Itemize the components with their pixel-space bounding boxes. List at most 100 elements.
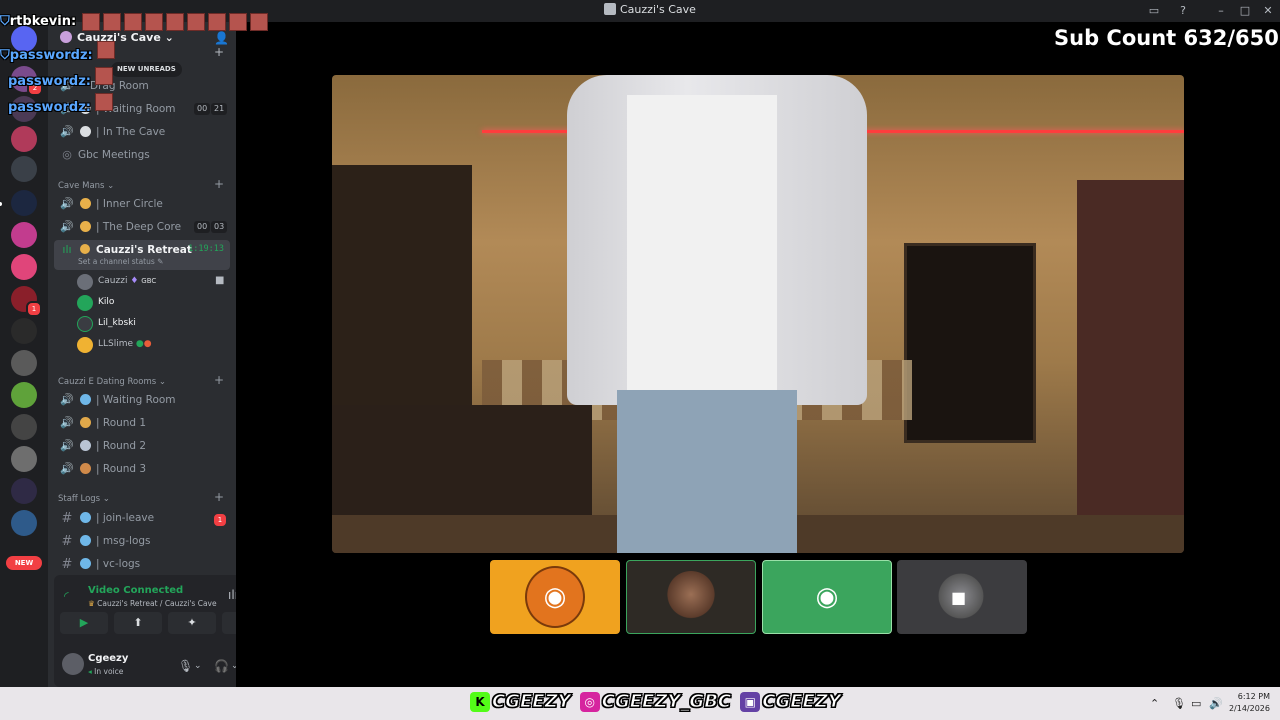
voice-user[interactable]: Kilo: [76, 293, 226, 313]
participant-tile[interactable]: ◉: [490, 560, 620, 634]
text-channel[interactable]: # | join-leave 1: [54, 508, 230, 529]
avatar: [77, 274, 93, 290]
help-icon[interactable]: ?: [1175, 3, 1191, 19]
maximize-button[interactable]: □: [1237, 3, 1253, 19]
text-channel[interactable]: # | vc-logs: [54, 554, 230, 575]
server-icon[interactable]: [11, 156, 37, 182]
avatar[interactable]: [62, 653, 84, 675]
microphone-icon[interactable]: 🎙: [1172, 697, 1186, 710]
invite-people-icon[interactable]: 👤+: [214, 31, 236, 59]
create-channel-icon[interactable]: +: [214, 177, 224, 191]
user-status: ◂ In voice: [88, 667, 124, 676]
new-servers-pill[interactable]: NEW: [6, 556, 42, 570]
microphone-icon[interactable]: 🎙: [178, 659, 193, 673]
social-handles: K CGEEZY ◎ CGEEZY_GBC ▣ CGEEZY: [470, 691, 845, 715]
emote-icon: [82, 13, 100, 31]
taskbar: K CGEEZY ◎ CGEEZY_GBC ▣ CGEEZY ⌃ 🎙 ▭ 🔊 6:12…: [0, 687, 1280, 720]
user-panel: Cgeezy ◂ In voice 🎙 ⌄ 🎧 ⌄ ⚙: [54, 645, 236, 687]
text-channel[interactable]: # | msg-logs: [54, 531, 230, 552]
chat-emotes: [82, 13, 271, 35]
server-icon[interactable]: [11, 414, 37, 440]
person-emoji-icon: [80, 221, 91, 232]
video-person-shirt: [627, 95, 777, 395]
camera-toggle-button[interactable]: ▶: [60, 612, 108, 634]
voice-user[interactable]: LLSlime ●●: [76, 335, 226, 355]
category-header[interactable]: Cave Mans ⌄: [58, 181, 114, 191]
volume-icon[interactable]: 🔊: [1209, 697, 1223, 710]
chevron-down-icon[interactable]: ⌄: [194, 661, 202, 671]
server-icon[interactable]: [11, 190, 37, 216]
minimize-button[interactable]: –: [1213, 3, 1229, 19]
voice-status[interactable]: Video Connected: [88, 585, 183, 596]
server-icon[interactable]: [11, 126, 37, 152]
twitch-icon: ▣: [740, 691, 761, 712]
participant-tile[interactable]: ■: [897, 560, 1027, 634]
main-video-feed[interactable]: [332, 75, 1184, 553]
close-button[interactable]: ✕: [1260, 3, 1276, 19]
channel-sidebar: Cauzzi's Cave ⌄ 👤+ NEW UNREADS 🔊 Drag Ro…: [48, 22, 236, 687]
voice-user[interactable]: Cauzzi ♦ GBC ■: [76, 272, 226, 292]
channel-status[interactable]: Set a channel status ✎: [78, 257, 163, 266]
category-header[interactable]: Staff Logs ⌄: [58, 494, 110, 504]
voice-channel[interactable]: 🔊 | Round 3: [54, 459, 230, 480]
network-icon[interactable]: ▭: [1191, 697, 1201, 710]
server-icon[interactable]: [11, 446, 37, 472]
chevron-up-icon[interactable]: ⌃: [1150, 697, 1159, 710]
noise-suppression-icon[interactable]: ılıl: [228, 588, 236, 602]
voice-user-name: Cauzzi ♦ GBC: [98, 276, 157, 286]
server-icon[interactable]: [11, 254, 37, 280]
headphones-icon[interactable]: 🎧: [214, 659, 229, 673]
wave-emoji-icon: [80, 394, 91, 405]
activities-button[interactable]: ✦: [168, 612, 216, 634]
voice-channel[interactable]: 🔊 | Round 1: [54, 413, 230, 434]
voice-channel[interactable]: 🔊 | In The Cave: [54, 122, 230, 143]
avatar: [665, 571, 717, 623]
create-channel-icon[interactable]: +: [214, 373, 224, 387]
kick-icon: K: [470, 691, 490, 712]
avatar: [77, 316, 93, 332]
unread-pip: [0, 202, 2, 206]
stage-channel[interactable]: ◎ Gbc Meetings: [54, 145, 230, 166]
voice-channel[interactable]: 🔊 | Waiting Room: [54, 390, 230, 411]
participant-tile[interactable]: ◉: [762, 560, 892, 634]
social-handle: CGEEZY_GBC: [601, 691, 732, 713]
server-rail: 2 1 NEW: [0, 22, 48, 687]
voice-location[interactable]: ♛ Cauzzi's Retreat / Cauzzi's Cave: [88, 599, 217, 608]
avatar: [77, 337, 93, 353]
inbox-icon[interactable]: ▭: [1146, 3, 1162, 19]
server-icon[interactable]: [11, 478, 37, 504]
voice-user[interactable]: Lil_kbski: [76, 314, 226, 334]
server-icon[interactable]: [11, 318, 37, 344]
system-clock[interactable]: 6:12 PM 2/14/2026: [1226, 691, 1270, 715]
discord-app-icon: [604, 3, 616, 15]
voice-channel[interactable]: 🔊 | Round 2: [54, 436, 230, 457]
soundboard-button[interactable]: ♪: [222, 612, 236, 634]
channel-label: | Round 3: [96, 463, 147, 475]
participant-tile[interactable]: [626, 560, 756, 634]
medal-emoji-icon: [80, 417, 91, 428]
server-icon[interactable]: [11, 382, 37, 408]
user-name[interactable]: Cgeezy: [88, 653, 128, 664]
server-icon[interactable]: [11, 350, 37, 376]
signal-icon: ◜: [64, 589, 69, 603]
voice-channel[interactable]: 🔊 | Inner Circle: [54, 194, 230, 215]
speaker-icon: 🔊: [60, 125, 74, 138]
voice-channel[interactable]: 🔊 | The Deep Core 00 03: [54, 217, 230, 238]
emote-icon: [103, 13, 121, 31]
speaker-icon: 🔊: [60, 462, 74, 475]
channel-label: | vc-logs: [96, 558, 141, 570]
channel-label: | In The Cave: [96, 126, 166, 138]
person-emoji-icon: [80, 198, 91, 209]
category-header[interactable]: Cauzzi E Dating Rooms ⌄: [58, 377, 166, 387]
emote-icon: [208, 13, 226, 31]
voice-channel-active[interactable]: ılı Cauzzi's Retreat 1:19:13 Set a chann…: [54, 240, 230, 270]
server-icon[interactable]: [11, 222, 37, 248]
speaker-icon: 🔊: [60, 220, 74, 233]
clock-time: 6:12 PM: [1237, 692, 1270, 701]
sub-count-overlay: Sub Count 632/650: [1054, 26, 1279, 50]
mention-badge: 1: [212, 512, 228, 528]
create-channel-icon[interactable]: +: [214, 490, 224, 504]
server-icon[interactable]: [11, 510, 37, 536]
new-unreads-pill[interactable]: NEW UNREADS: [111, 62, 182, 77]
screen-share-button[interactable]: ⬆: [114, 612, 162, 634]
